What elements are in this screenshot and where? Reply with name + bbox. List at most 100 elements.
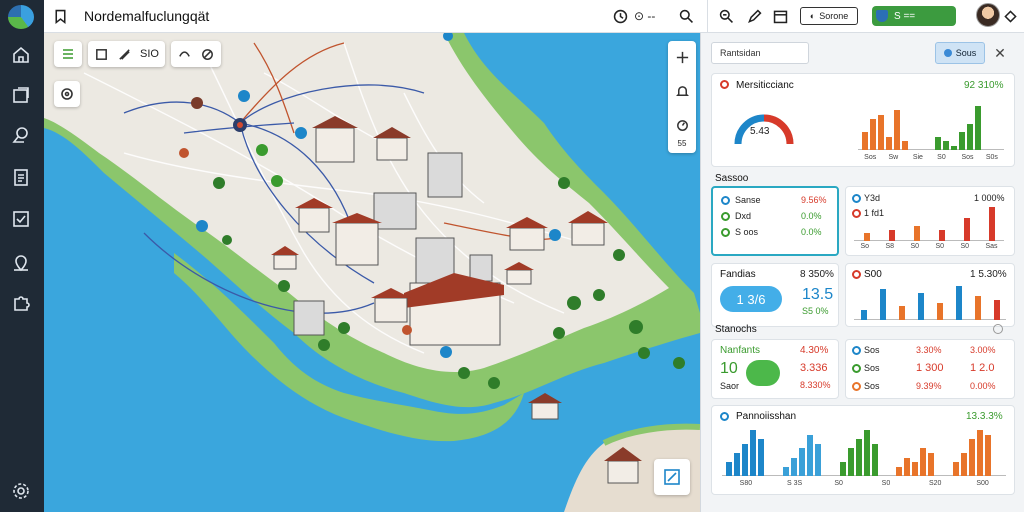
chart-ticks: So S8 S0 S0 S0 Sas [854,243,1004,253]
analytics-card[interactable]: Pannoiisshan 13.3.3% S80 S 3S S0 S0 S20 S00 [711,405,1015,495]
chart-bar [871,443,878,476]
chart-bar [955,286,962,320]
menu-button[interactable] [54,41,82,67]
locate-button[interactable] [54,81,80,107]
chart-ticks: S80 S 3S S0 S0 S20 S00 [722,480,1006,490]
row-label: Y3d [864,193,881,203]
row-icon [721,196,730,205]
layer-toggle-label: Sorone [819,11,849,21]
row-label: Sos [864,345,880,355]
chart-bar [798,448,805,476]
zoom-search-icon[interactable] [716,6,736,26]
card-title: Mersiticcianc [736,80,794,91]
puzzle-icon[interactable] [10,292,32,314]
clock-icon[interactable] [610,6,630,26]
chart-bar [855,439,862,476]
bar-chart-2 [854,205,1004,241]
checklist-icon[interactable] [10,208,32,230]
row-icon [852,382,861,391]
map-toolbar-group-1: SIO [88,41,165,67]
chart-bar [790,457,797,476]
chart-bar [961,453,968,476]
chart-bar [951,145,957,150]
measure-tool-icon[interactable] [117,47,132,62]
zoom-in-icon[interactable] [672,47,692,67]
chart-bar [963,218,970,241]
draw-tool-icon[interactable] [177,47,192,62]
row-label: S oos [735,227,759,237]
chart-bar [977,430,984,476]
metric-list-card[interactable]: Sanse 9.56% Dxd 0.0% S oos 0.0% [711,186,839,256]
chart-tick-label: S20 [929,480,942,487]
settings-gear-icon[interactable] [10,480,32,502]
compass-icon[interactable] [672,115,692,135]
chart-tick-label: S00 [976,480,989,487]
chart-bar [974,296,981,320]
app-logo-icon[interactable] [8,5,34,29]
search-person-icon[interactable] [10,124,32,146]
chart-bar [863,233,870,241]
home-icon[interactable] [10,44,32,66]
summary-card[interactable]: Mersiticcianc 92 310% 5.43 Sos Sw Sie S0 Sos… [711,73,1015,167]
chart-bar [959,132,965,150]
section-title: Sassoo [715,173,749,184]
kpi-sub: S5 0% [802,306,829,316]
user-avatar[interactable] [976,3,1000,27]
expand-icon[interactable] [1000,6,1020,26]
kpi-card[interactable]: Fandias 8 350% 1 3/6 13.5 S5 0% [711,263,839,327]
row-icon [721,212,730,221]
top-bar: Nordemalfuclungqät ⊙ -- ◐ Sorone S == [44,0,1024,33]
filter-icon [943,49,952,57]
chart-bar [969,439,976,476]
search-input[interactable]: Rantsidan [711,42,809,64]
bar-card[interactable]: S00 1 5.30% [845,263,1015,327]
row-icon [852,270,861,279]
chart-bar [806,434,813,476]
close-button[interactable]: ✕ [989,42,1011,64]
chart-tick-label: S80 [739,480,753,487]
shape-tool-icon[interactable] [94,47,109,62]
edit-tool-icon[interactable] [200,47,215,62]
chart-bar [967,123,973,150]
calendar-icon[interactable] [770,6,790,26]
chart-bar [814,443,821,476]
bell-icon[interactable] [672,81,692,101]
pin-edit-icon[interactable] [10,252,32,274]
pencil-icon[interactable] [744,6,764,26]
map-canvas[interactable]: SIO 55 [44,33,700,512]
info-icon[interactable] [993,324,1003,334]
chart-bar [993,299,1000,320]
search-icon[interactable] [676,6,696,26]
chart-tick-label: S 3S [787,480,803,487]
status-mid-value-2: 8.330% [800,380,831,390]
scale-label[interactable]: SIO [140,48,159,60]
layers-icon[interactable] [10,84,32,106]
comparison-card[interactable]: Sos 3.30% 3.00% Sos 1 300 1 2.0 Sos 9.39… [845,339,1015,399]
chart-bar [782,466,789,476]
security-status-button[interactable]: S == [872,6,956,26]
chart-bar [928,453,935,476]
chart-bar [860,309,867,320]
card-title: S00 [864,269,882,280]
row-value: 1 2.0 [970,362,995,374]
trend-card[interactable]: Y3d 1 000% 1 fd1 So S8 S0 S0 S0 Sas [845,186,1015,256]
filter-button[interactable]: Sous [935,42,985,64]
card-value: 1 5.30% [970,269,1007,280]
status-card[interactable]: Nanfants 4.30% 10 Saor 3.336 8.330% [711,339,839,399]
chart-tick-label: S0s [985,154,998,161]
chart-bar [913,225,920,241]
card-title: Nanfants [720,345,761,356]
status-pill [746,360,780,386]
chart-bar [750,430,756,476]
bookmark-icon[interactable] [50,6,70,26]
layer-toggle-button[interactable]: ◐ Sorone [800,7,858,25]
fullscreen-button[interactable] [654,459,690,495]
chart-bar [726,462,732,476]
filter-button-label: Sous [955,48,977,58]
chart-bar [904,457,911,476]
card-title: Fandias [720,269,756,280]
row-value: 9.39% [916,381,942,391]
chart-bar [894,110,900,150]
chart-bar [936,303,943,320]
document-icon[interactable] [10,166,32,188]
